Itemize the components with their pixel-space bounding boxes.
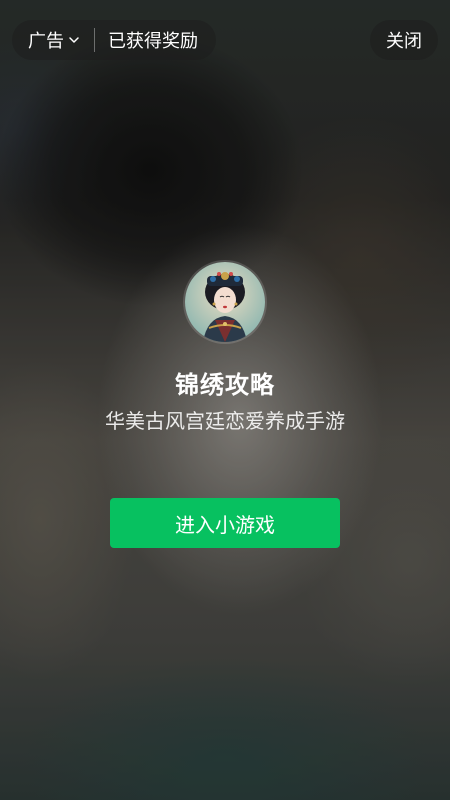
ad-info-pill: 广告 已获得奖励	[12, 20, 216, 60]
pill-divider	[94, 28, 95, 52]
reward-status-text: 已获得奖励	[108, 31, 198, 52]
portrait-avatar-icon	[185, 262, 265, 342]
close-button[interactable]: 关闭	[370, 20, 438, 60]
game-avatar	[185, 262, 265, 342]
enter-mini-game-button[interactable]: 进入小游戏	[110, 498, 340, 548]
game-info-panel: 锦绣攻略 华美古风宫廷恋爱养成手游 进入小游戏	[0, 262, 450, 548]
ad-reward-screen: 广告 已获得奖励 关闭 锦绣攻略 华美古风宫廷恋爱养成手游 进入小游戏	[0, 0, 450, 800]
chevron-down-icon	[69, 37, 79, 43]
ad-label: 广告	[28, 31, 64, 52]
game-title: 锦绣攻略	[175, 371, 275, 399]
game-description: 华美古风宫廷恋爱养成手游	[105, 409, 345, 433]
close-button-label: 关闭	[386, 31, 422, 52]
ad-menu-toggle[interactable]: 广告	[28, 27, 80, 53]
